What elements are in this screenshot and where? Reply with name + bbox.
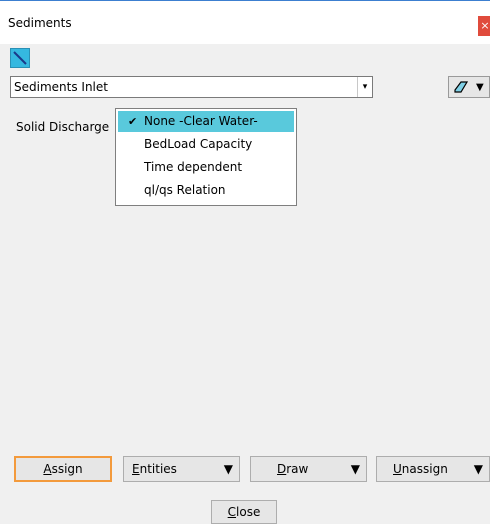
solid-discharge-label: Solid Discharge [16,120,110,134]
solid-discharge-dropdown[interactable]: ✔ None -Clear Water- BedLoad Capacity Ti… [115,108,297,206]
option-label: None -Clear Water- [144,114,258,128]
chevron-down-icon[interactable]: ▾ [357,77,372,97]
option-bedload-capacity[interactable]: BedLoad Capacity [118,134,294,155]
unassign-button[interactable]: Unassign ▼ [376,456,490,482]
inlet-condition-select[interactable]: Sediments Inlet ▾ [10,76,373,98]
entities-button[interactable]: Entities ▼ [123,456,240,482]
option-time-dependent[interactable]: Time dependent [118,157,294,178]
close-button[interactable]: Close [211,500,277,524]
option-none-clear-water[interactable]: ✔ None -Clear Water- [118,111,294,132]
option-label: ql/qs Relation [144,183,226,197]
option-label: BedLoad Capacity [144,137,253,151]
chevron-down-icon: ▼ [350,462,360,476]
pencil-icon[interactable] [10,48,30,68]
option-label: Time dependent [144,160,243,174]
draw-button[interactable]: Draw ▼ [250,456,367,482]
chevron-down-icon: ▼ [473,462,483,476]
chevron-down-icon: ▼ [223,462,233,476]
assign-button[interactable]: Assign [14,456,112,482]
check-icon: ✔ [128,115,138,128]
title-bar: Sediments × [0,0,490,44]
chevron-down-icon: ▼ [476,82,484,93]
window-title: Sediments [8,16,72,30]
inlet-condition-value: Sediments Inlet [14,80,108,94]
option-ql-qs-relation[interactable]: ql/qs Relation [118,180,294,201]
condition-menu-button[interactable]: ▼ [448,76,490,98]
close-window-icon[interactable]: × [478,16,490,36]
eraser-icon [454,81,469,93]
